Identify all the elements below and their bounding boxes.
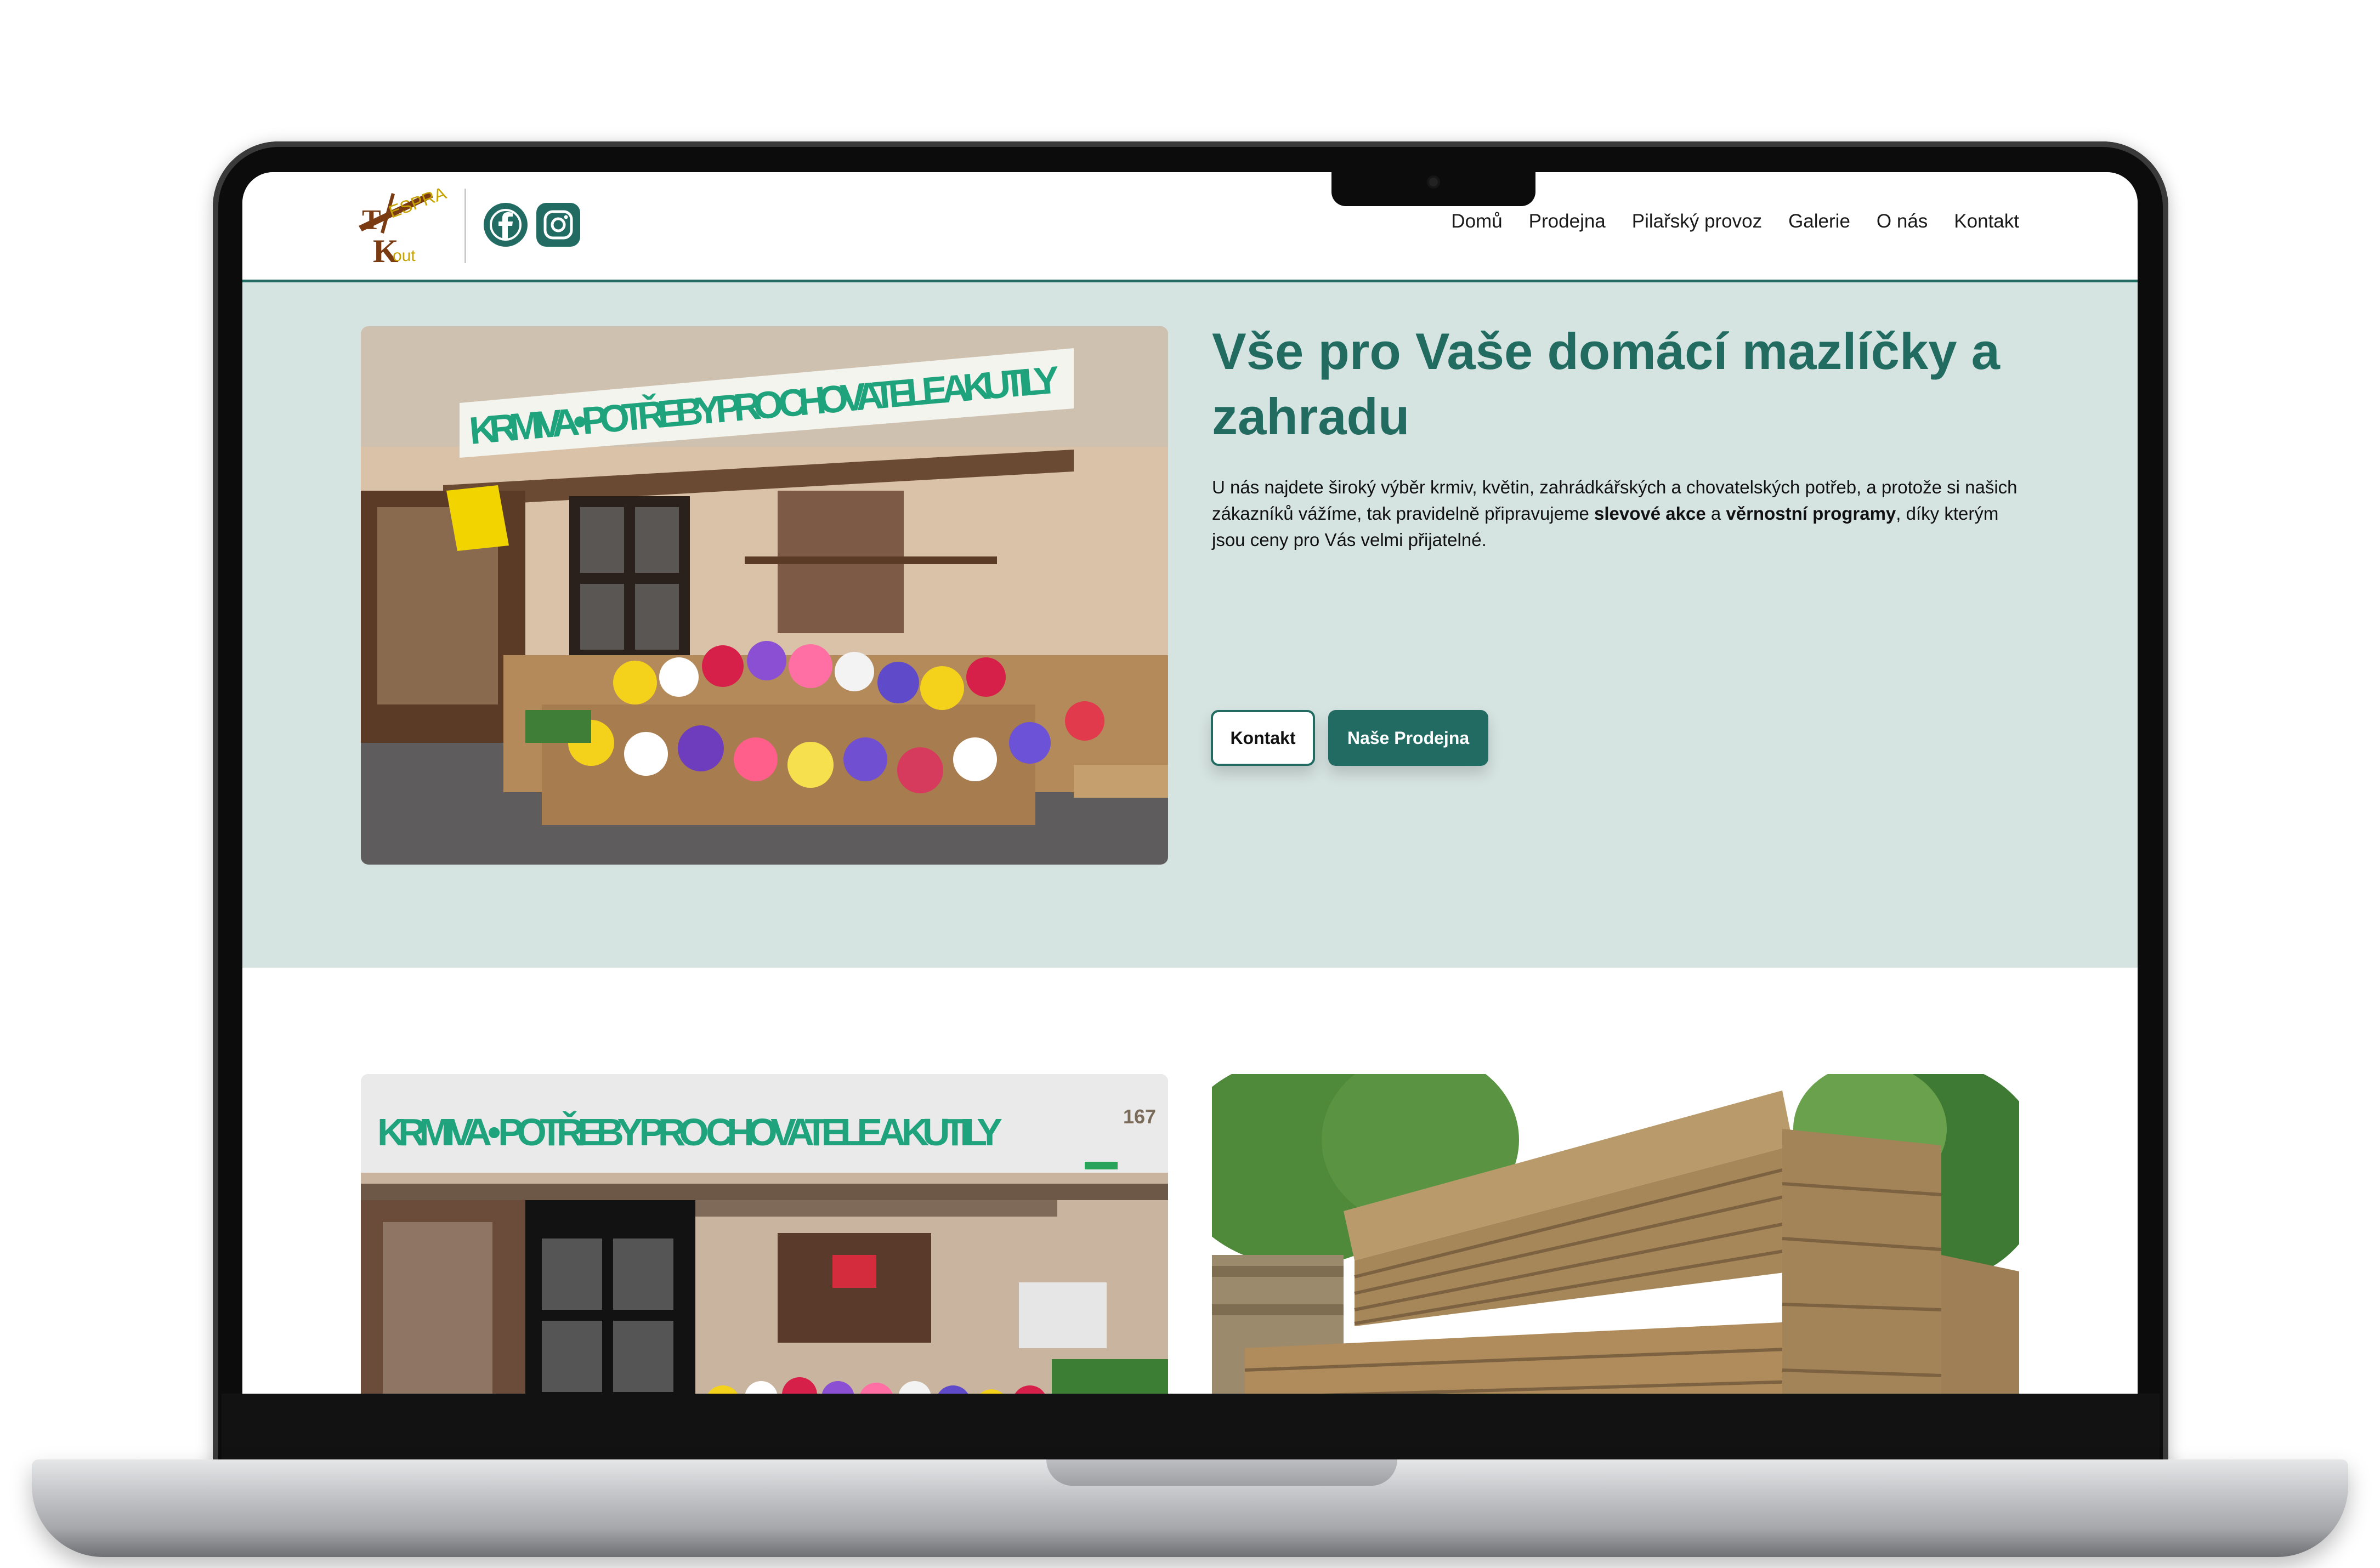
laptop-bottom-bezel (222, 1394, 2160, 1459)
hero-text-part: a (1705, 503, 1726, 524)
nav-sawmill[interactable]: Pilařský provoz (1632, 211, 1762, 232)
nav-about[interactable]: O nás (1877, 211, 1928, 232)
laptop-base (32, 1459, 2348, 1557)
contact-button[interactable]: Kontakt (1211, 710, 1315, 766)
hero-text-discounts: slevové akce (1594, 503, 1706, 524)
nav-contact[interactable]: Kontakt (1954, 211, 2019, 232)
our-shop-button[interactable]: Naše Prodejna (1328, 710, 1488, 766)
site-header: T ESPRA K out Domů Prodejna Pilařský pro… (242, 172, 2138, 282)
hero-description: U nás najdete široký výběr krmiv, květin… (1212, 474, 2024, 553)
sawmill-card-photo[interactable] (1212, 1074, 2019, 1394)
svg-text:out: out (393, 247, 416, 263)
hero-title: Vše pro Vaše domácí mazlíčky a zahradu (1212, 322, 2000, 446)
facebook-icon[interactable] (484, 203, 528, 247)
shop-card-photo[interactable]: KRMIVA • POTŘEBY PRO CHOVATELE A KUTILY … (361, 1074, 1168, 1394)
camera-icon (1429, 178, 1438, 186)
logo-divider (464, 189, 466, 263)
instagram-icon[interactable] (536, 203, 580, 247)
nav-gallery[interactable]: Galerie (1788, 211, 1850, 232)
nav-home[interactable]: Domů (1451, 211, 1502, 232)
laptop-opening-notch (1046, 1459, 1397, 1486)
hero-section: KRMIVA • POTŘEBY PRO CHOVATELE A KUTILY (242, 282, 2138, 968)
svg-text:KRMIVA • POTŘEBY PRO CHOVATELE: KRMIVA • POTŘEBY PRO CHOVATELE A KUTILY (377, 1110, 1002, 1154)
nav-shop[interactable]: Prodejna (1529, 211, 1606, 232)
laptop-screen: T ESPRA K out Domů Prodejna Pilařský pro… (242, 172, 2138, 1394)
main-nav: Domů Prodejna Pilařský provoz Galerie O … (1451, 211, 2019, 232)
svg-text:167: 167 (1123, 1105, 1156, 1128)
svg-text:ESPRA: ESPRA (386, 188, 449, 222)
svg-text:T: T (362, 204, 381, 236)
site-logo[interactable]: T ESPRA K out (359, 188, 452, 263)
hero-text-loyalty: věrnostní programy (1726, 503, 1896, 524)
hero-shop-photo: KRMIVA • POTŘEBY PRO CHOVATELE A KUTILY (361, 326, 1168, 865)
camera-notch (1331, 172, 1535, 206)
